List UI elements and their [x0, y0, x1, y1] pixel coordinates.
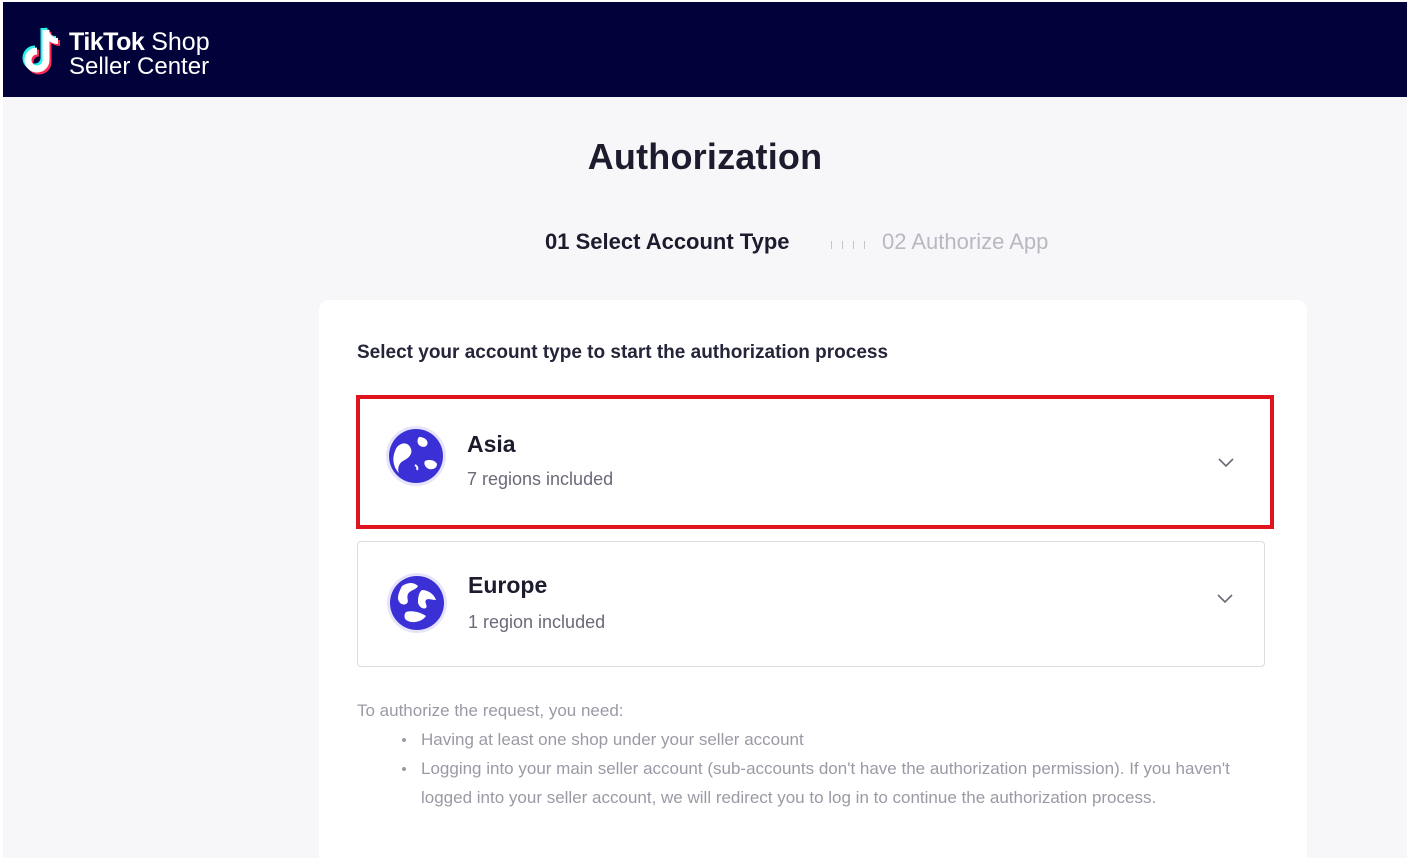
tiktok-shop-logo[interactable]: TikTok Shop Seller Center — [21, 26, 241, 82]
logo-subtitle: Seller Center — [69, 53, 210, 80]
account-type-card: Select your account type to start the au… — [319, 300, 1307, 858]
step-select-account-type: 01 Select Account Type — [545, 229, 790, 254]
option-regions: 1 region included — [468, 612, 606, 632]
requirement-item: Logging into your main seller account (s… — [402, 754, 1277, 812]
globe-icon — [387, 573, 447, 633]
logo-brand-line: TikTok Shop — [69, 28, 210, 56]
step-indicator: 01 Select Account Type 02 Authorize App — [3, 229, 1407, 259]
chevron-down-icon[interactable] — [1216, 592, 1234, 604]
globe-icon — [386, 426, 446, 486]
option-name: Europe — [468, 572, 548, 598]
page-title: Authorization — [587, 136, 823, 177]
requirements-list: Having at least one shop under your sell… — [357, 725, 1277, 812]
account-option-asia[interactable]: Asia 7 regions included — [356, 395, 1274, 529]
chevron-down-icon[interactable] — [1217, 456, 1235, 468]
logo-product: Shop — [151, 28, 210, 56]
tiktok-note-icon — [22, 27, 61, 75]
step-authorize-app: 02 Authorize App — [882, 229, 1049, 254]
step-connector — [831, 241, 865, 249]
requirements-intro: To authorize the request, you need: — [357, 701, 624, 720]
authorization-requirements: To authorize the request, you need: Havi… — [357, 696, 1277, 812]
account-type-prompt: Select your account type to start the au… — [357, 342, 889, 363]
page: TikTok Shop Seller Center Authorization … — [3, 2, 1407, 858]
option-regions: 7 regions included — [467, 469, 614, 489]
option-name: Asia — [467, 431, 516, 457]
account-option-europe[interactable]: Europe 1 region included — [357, 541, 1265, 667]
top-navigation-bar: TikTok Shop Seller Center — [3, 2, 1407, 97]
requirement-item: Having at least one shop under your sell… — [402, 725, 1277, 754]
logo-brand: TikTok — [69, 28, 145, 56]
